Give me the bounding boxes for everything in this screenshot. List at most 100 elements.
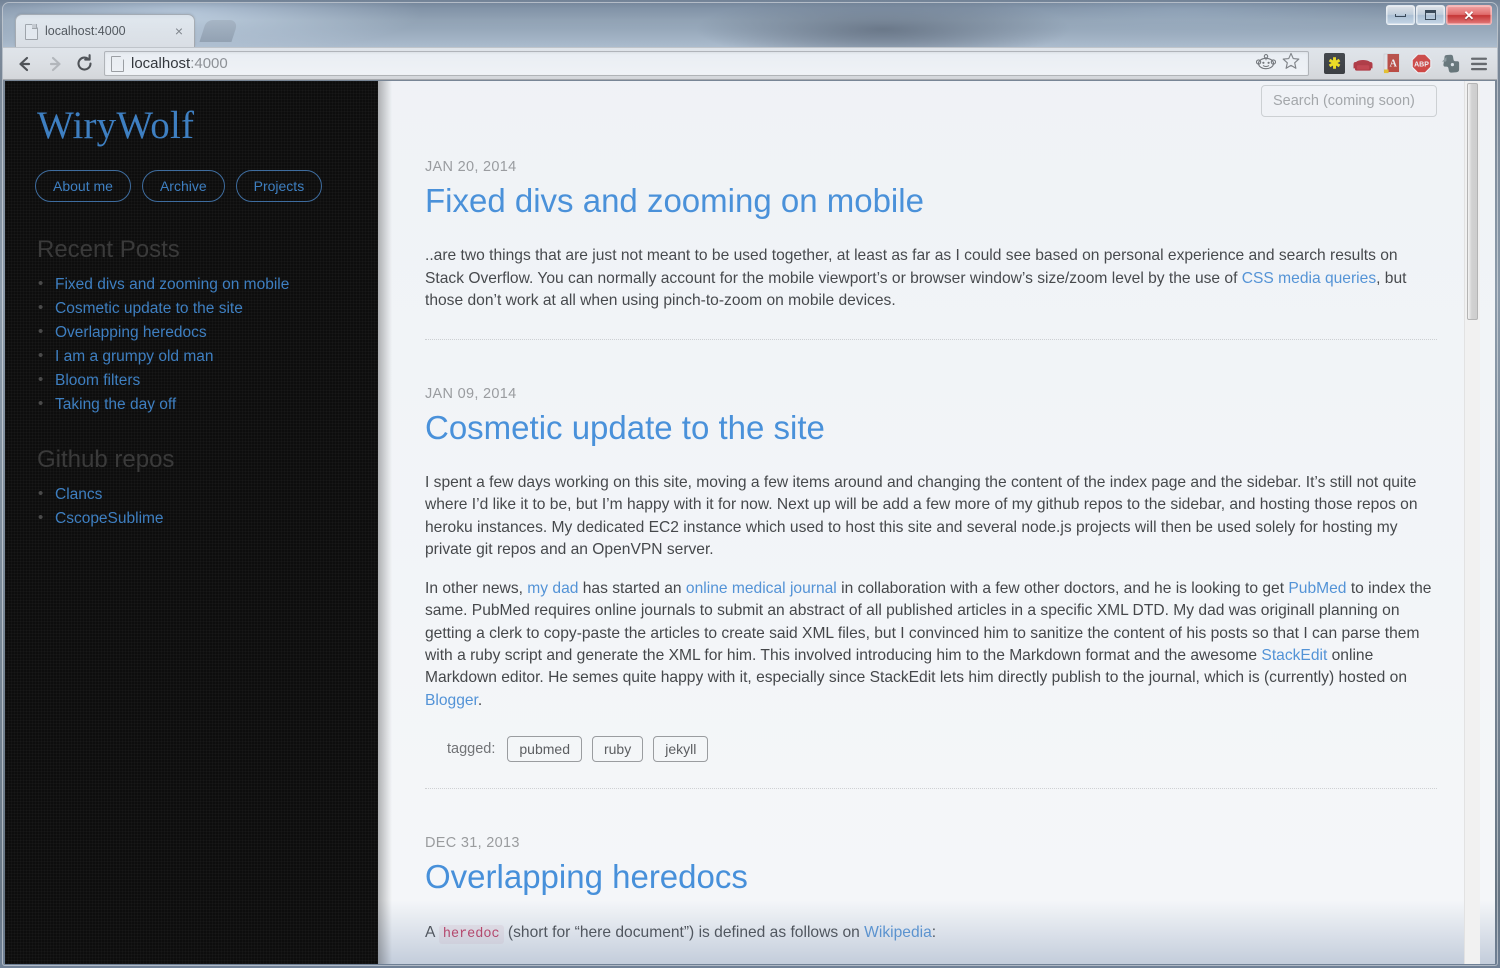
- address-host: localhost: [131, 55, 191, 72]
- inline-code: heredoc: [438, 924, 504, 944]
- list-item: Overlapping heredocs: [38, 323, 378, 342]
- evernote-extension-icon[interactable]: [1439, 53, 1461, 75]
- tag-row: tagged: pubmed ruby jekyll: [447, 736, 1437, 763]
- post-body: ..are two things that are just not meant…: [425, 245, 1437, 312]
- address-bar[interactable]: localhost:4000: [104, 51, 1309, 76]
- new-tab-button[interactable]: [199, 20, 239, 42]
- nav-projects[interactable]: Projects: [235, 170, 323, 202]
- reload-button[interactable]: [70, 49, 99, 78]
- recent-post-link[interactable]: Bloom filters: [55, 372, 140, 389]
- recent-posts-heading: Recent Posts: [37, 236, 180, 263]
- inline-link[interactable]: online medical journal: [686, 580, 837, 597]
- list-item: Cosmetic update to the site: [38, 299, 378, 318]
- tab-strip: localhost:4000 ×: [3, 14, 1403, 48]
- scrollbar-thumb[interactable]: [1467, 83, 1478, 320]
- post-divider: [425, 338, 1437, 340]
- list-item: I am a grumpy old man: [38, 347, 378, 366]
- paragraph: In other news, my dad has started an onl…: [425, 578, 1437, 713]
- recent-posts-list: Fixed divs and zooming on mobile Cosmeti…: [35, 275, 378, 414]
- github-repo-link[interactable]: CscopeSublime: [55, 510, 164, 527]
- browser-toolbar: localhost:4000 ✱ A ABP: [3, 47, 1497, 80]
- reload-icon: [77, 54, 92, 71]
- github-repos-list: Clancs CscopeSublime: [35, 485, 378, 528]
- post-article: JAN 09, 2014 Cosmetic update to the site…: [425, 386, 1437, 794]
- address-port: :4000: [190, 55, 228, 72]
- post-article: DEC 31, 2013 Overlapping heredocs A here…: [425, 835, 1437, 964]
- post-date: JAN 20, 2014: [425, 159, 517, 175]
- browser-tab[interactable]: localhost:4000 ×: [15, 14, 195, 47]
- recent-post-link[interactable]: Cosmetic update to the site: [55, 300, 243, 317]
- nav-archive[interactable]: Archive: [141, 170, 225, 202]
- text-run: I spent a few days working on this site,…: [425, 473, 1418, 559]
- tag-chip[interactable]: pubmed: [507, 736, 582, 763]
- red-book-extension-icon[interactable]: A: [1381, 53, 1403, 75]
- recent-post-link[interactable]: Taking the day off: [55, 396, 176, 413]
- maximize-button[interactable]: [1416, 5, 1445, 25]
- text-run: :: [931, 923, 937, 941]
- search-input[interactable]: [1261, 85, 1437, 117]
- list-item: Clancs: [38, 485, 378, 504]
- github-repo-link[interactable]: Clancs: [55, 486, 102, 503]
- tag-chip[interactable]: jekyll: [653, 736, 709, 763]
- minimize-icon: [1395, 13, 1406, 17]
- paragraph: A heredoc (short for “here document”) is…: [425, 922, 1437, 944]
- page-document-icon: [111, 56, 123, 71]
- back-button[interactable]: [10, 49, 39, 78]
- forward-button[interactable]: [40, 49, 69, 78]
- svg-text:ABP: ABP: [1414, 62, 1429, 69]
- minimize-button[interactable]: [1386, 5, 1415, 25]
- svg-text:✱: ✱: [1328, 56, 1341, 73]
- svg-text:A: A: [1390, 59, 1398, 70]
- list-item: Taking the day off: [38, 395, 378, 414]
- close-icon: ✕: [1463, 7, 1475, 23]
- post-divider: [425, 788, 1437, 790]
- omnibox-action-icons: [1255, 52, 1302, 75]
- content-inner: JAN 20, 2014 Fixed divs and zooming on m…: [378, 81, 1480, 964]
- post-title[interactable]: Fixed divs and zooming on mobile: [425, 181, 1437, 221]
- asterisk-extension-icon[interactable]: ✱: [1323, 53, 1345, 75]
- sidebar-nav: About me Archive Projects: [35, 170, 378, 202]
- chrome-menu-icon[interactable]: [1468, 53, 1490, 75]
- recent-post-link[interactable]: Overlapping heredocs: [55, 324, 207, 341]
- text-run: .: [477, 691, 483, 709]
- post-date: DEC 31, 2013: [425, 835, 520, 852]
- post-body: I spent a few days working on this site,…: [425, 472, 1437, 713]
- post-body: A heredoc (short for “here document”) is…: [425, 922, 1437, 944]
- tag-chip[interactable]: ruby: [591, 736, 644, 763]
- text-run: (short for “here document”) is defined a…: [503, 923, 865, 941]
- github-repos-heading: Github repos: [37, 446, 175, 473]
- tagged-label: tagged:: [447, 741, 496, 758]
- adblock-plus-icon[interactable]: ABP: [1410, 53, 1432, 75]
- site-sidebar: WiryWolf About me Archive Projects Recen…: [5, 81, 392, 964]
- page-viewport: WiryWolf About me Archive Projects Recen…: [5, 81, 1495, 964]
- recent-post-link[interactable]: I am a grumpy old man: [55, 348, 214, 365]
- recent-post-link[interactable]: Fixed divs and zooming on mobile: [55, 276, 289, 293]
- couch-extension-icon[interactable]: [1352, 53, 1374, 75]
- forward-arrow-icon: [49, 56, 61, 71]
- site-title[interactable]: WiryWolf: [37, 103, 378, 148]
- extension-toolbar: ✱ A ABP: [1315, 53, 1490, 75]
- text-run: in collaboration with a few other doctor…: [836, 579, 1289, 597]
- inline-link[interactable]: StackEdit: [1261, 647, 1327, 664]
- inline-link[interactable]: my dad: [527, 580, 578, 597]
- window-controls: ✕: [1386, 5, 1492, 25]
- maximize-icon: [1425, 10, 1436, 20]
- tab-title: localhost:4000: [45, 24, 126, 38]
- browser-window: ✕ localhost:4000 × localhost:4000 ✱ A AB…: [0, 0, 1500, 968]
- inline-link[interactable]: Blogger: [425, 692, 478, 709]
- close-window-button[interactable]: ✕: [1446, 5, 1492, 25]
- list-item: Bloom filters: [38, 371, 378, 390]
- nav-about-me[interactable]: About me: [35, 170, 131, 202]
- post-article: JAN 20, 2014 Fixed divs and zooming on m…: [425, 159, 1437, 344]
- page-scrollbar[interactable]: [1464, 81, 1480, 964]
- post-title[interactable]: Overlapping heredocs: [425, 857, 1437, 897]
- inline-link[interactable]: PubMed: [1288, 580, 1346, 597]
- text-run: has started an: [578, 579, 686, 597]
- inline-link[interactable]: Wikipedia: [864, 924, 932, 941]
- post-title[interactable]: Cosmetic update to the site: [425, 408, 1437, 448]
- tab-close-icon[interactable]: ×: [172, 24, 186, 38]
- reddit-icon[interactable]: [1255, 53, 1277, 75]
- inline-link[interactable]: CSS media queries: [1242, 270, 1376, 287]
- bookmark-star-icon[interactable]: [1282, 52, 1300, 75]
- search-row: [425, 81, 1437, 117]
